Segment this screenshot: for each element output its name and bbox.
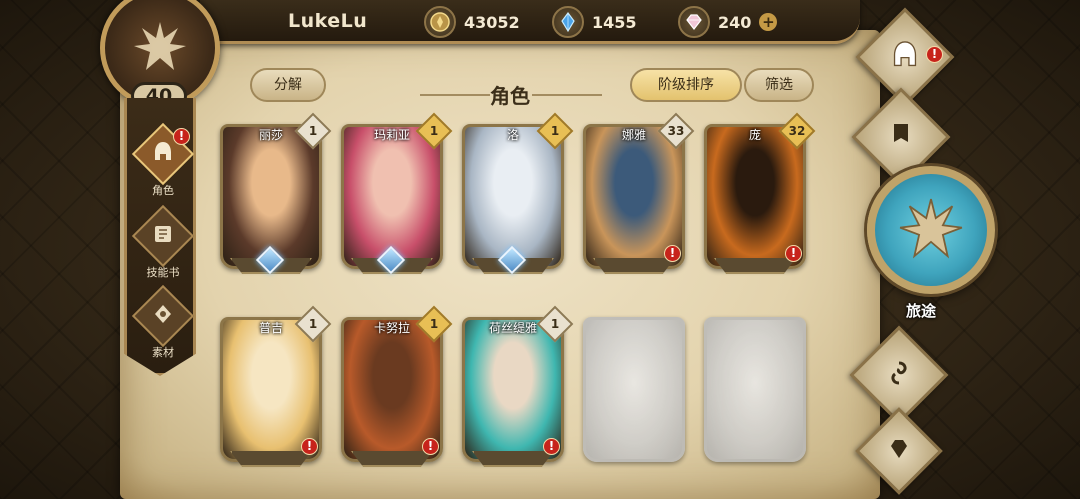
menu-label-journey: 旅途 xyxy=(906,302,937,320)
material-icon xyxy=(151,302,175,330)
currency-gem: 240 + xyxy=(678,6,778,38)
alert-badge: ! xyxy=(664,245,681,262)
character-count: 32 xyxy=(788,124,806,138)
character-count: 1 xyxy=(308,124,318,138)
title-ornament-right xyxy=(532,94,602,96)
crest-icon xyxy=(134,22,186,70)
blue-crystal-icon xyxy=(552,6,584,38)
journey-emblem-icon xyxy=(899,198,963,259)
crystal-amount: 1455 xyxy=(592,12,637,32)
locked-silhouette xyxy=(704,317,806,462)
alert-badge: ! xyxy=(301,438,318,455)
character-card[interactable]: 普吉 1! xyxy=(220,305,332,467)
nav-item-skillbook[interactable]: 技能书 xyxy=(127,204,196,280)
currency-gold: 43052 xyxy=(424,6,520,38)
gem-amount: 240 xyxy=(718,12,752,32)
menu-soul-book[interactable]: 魂册 ! xyxy=(855,7,955,107)
menu-soul-infuse[interactable]: 赋魂 xyxy=(849,325,949,425)
character-card[interactable]: 玛莉亚 1 xyxy=(341,112,453,275)
nav-item-characters[interactable]: 角色 ! xyxy=(127,122,196,198)
character-count: 1 xyxy=(550,124,560,138)
character-count: 1 xyxy=(429,124,439,138)
locked-character-card[interactable] xyxy=(583,317,685,467)
guild-banner-icon xyxy=(886,120,916,154)
pink-gem-icon xyxy=(678,6,710,38)
character-card[interactable]: 丽莎 1 xyxy=(220,112,332,275)
sort-by-rank-button[interactable]: 阶级排序 xyxy=(630,68,742,102)
menu-journey[interactable] xyxy=(867,166,995,294)
locked-character-card[interactable] xyxy=(704,317,806,467)
helmet-icon xyxy=(150,139,176,169)
decompose-button[interactable]: 分解 xyxy=(250,68,326,102)
gold-coin-icon xyxy=(424,6,456,38)
market-gem-icon xyxy=(886,436,912,466)
menu-guild[interactable]: 公会 xyxy=(851,87,951,187)
alert-badge: ! xyxy=(543,438,560,455)
swirl-icon xyxy=(885,359,913,391)
alert-badge: ! xyxy=(422,438,439,455)
character-count: 33 xyxy=(667,124,685,138)
currency-crystal: 1455 xyxy=(552,6,637,38)
filter-button[interactable]: 筛选 xyxy=(744,68,814,102)
add-gem-button[interactable]: + xyxy=(759,13,778,31)
character-count: 1 xyxy=(308,317,318,331)
nav-item-materials[interactable]: 素材 xyxy=(127,284,196,360)
alert-badge: ! xyxy=(173,128,190,145)
character-card[interactable]: 荷丝缇雅 1! xyxy=(462,305,574,467)
menu-market[interactable]: 市集 xyxy=(855,407,943,495)
book-icon xyxy=(151,222,175,250)
player-name: LukeLu xyxy=(288,10,368,32)
card-base xyxy=(230,451,312,467)
locked-silhouette xyxy=(583,317,685,462)
helmet-icon xyxy=(888,38,922,76)
alert-badge: ! xyxy=(926,46,943,63)
character-count: 1 xyxy=(550,317,560,331)
card-base xyxy=(714,258,796,274)
card-base xyxy=(593,258,675,274)
gold-amount: 43052 xyxy=(464,12,520,32)
card-base xyxy=(472,451,554,467)
left-nav-panel: 角色 ! 技能书 素材 xyxy=(124,98,196,376)
character-card[interactable]: 娜雅 33! xyxy=(583,112,695,274)
card-base xyxy=(351,451,433,467)
character-count: 1 xyxy=(429,317,439,331)
character-card[interactable]: 卡努拉 1! xyxy=(341,305,453,467)
character-card[interactable]: 庞 32! xyxy=(704,112,816,274)
character-card[interactable]: 洛1 xyxy=(462,112,574,275)
alert-badge: ! xyxy=(785,245,802,262)
